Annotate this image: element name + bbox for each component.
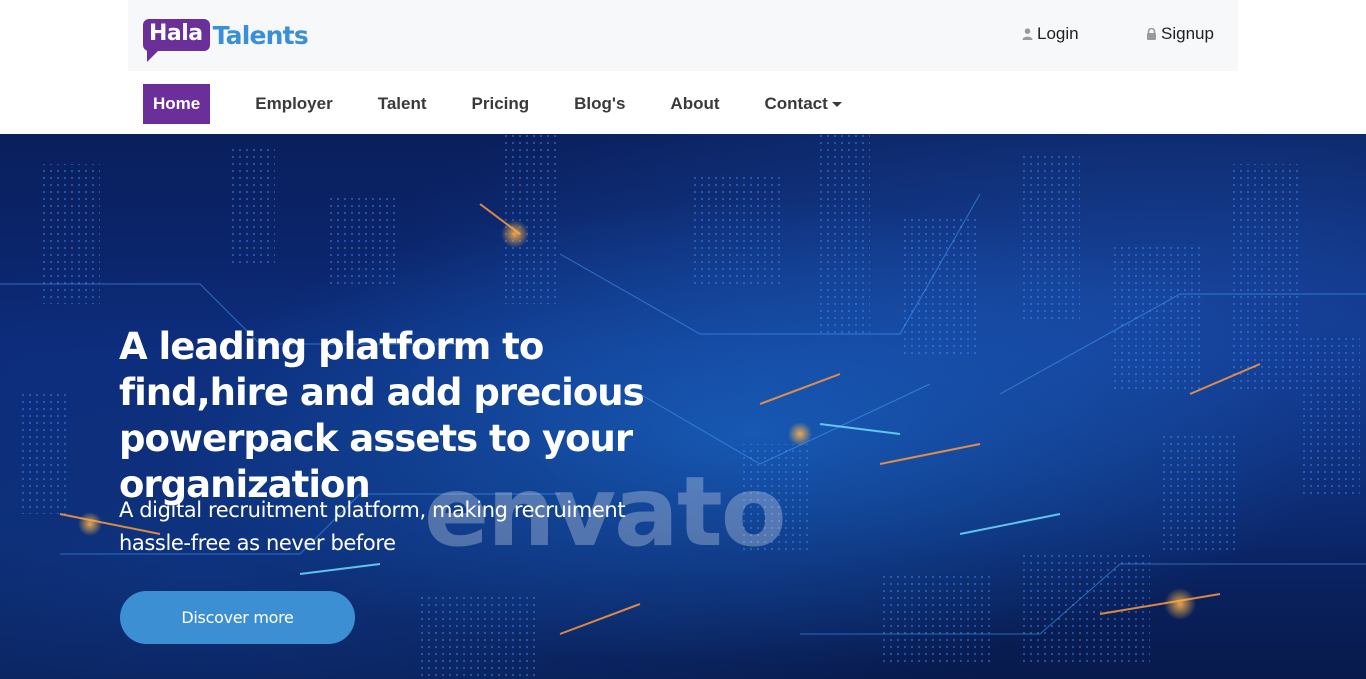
lock-icon bbox=[1147, 28, 1156, 40]
nav-item-blogs[interactable]: Blog's bbox=[574, 84, 625, 124]
nav-contact-label: Contact bbox=[764, 94, 828, 113]
signup-link[interactable]: Signup bbox=[1146, 24, 1214, 44]
chevron-down-icon bbox=[831, 101, 842, 107]
login-link[interactable]: Login bbox=[1022, 24, 1079, 44]
nav-item-contact[interactable]: Contact bbox=[765, 84, 842, 124]
logo-mark: Hala bbox=[143, 19, 210, 62]
nav-item-home[interactable]: Home bbox=[143, 84, 211, 124]
nav-item-talent[interactable]: Talent bbox=[378, 84, 427, 124]
nav-item-about[interactable]: About bbox=[670, 84, 719, 124]
hero-subtitle: A digital recruitment platform, making r… bbox=[119, 498, 626, 555]
user-icon bbox=[1022, 28, 1033, 40]
discover-more-button[interactable]: Discover more bbox=[120, 591, 355, 644]
signup-label: Signup bbox=[1161, 24, 1214, 43]
logo-wordmark: Talents bbox=[212, 20, 309, 50]
logo[interactable]: Hala Talents bbox=[143, 13, 309, 62]
hero-title: A leading platform to find,hire and add … bbox=[119, 325, 645, 506]
hero-banner: envato A leading platform to find,hire a… bbox=[0, 134, 1366, 679]
nav-item-employer[interactable]: Employer bbox=[255, 84, 332, 124]
top-bar: Hala Talents Login Signup bbox=[128, 0, 1238, 71]
nav-item-pricing[interactable]: Pricing bbox=[472, 84, 530, 124]
main-nav: Home Employer Talent Pricing Blog's Abou… bbox=[143, 84, 842, 124]
login-label: Login bbox=[1037, 24, 1079, 43]
